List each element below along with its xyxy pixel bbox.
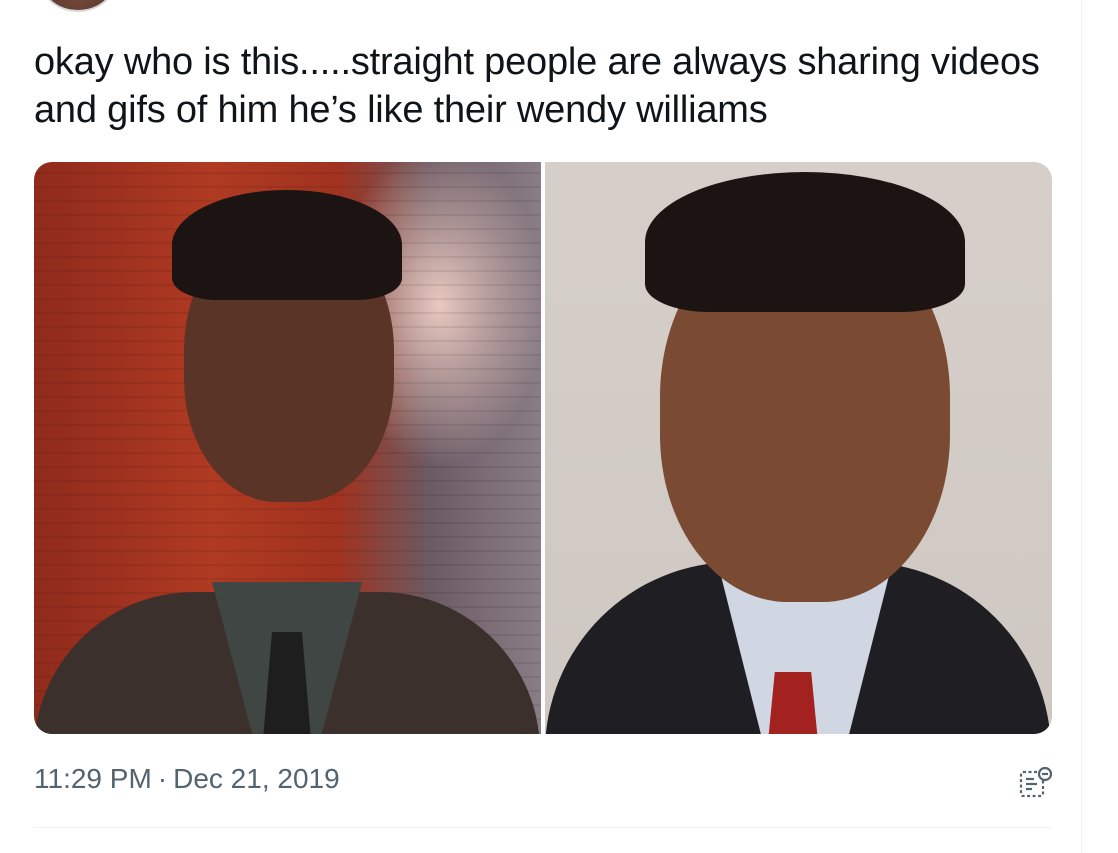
tweet-date: Dec 21, 2019	[173, 763, 340, 794]
tweet-timestamp[interactable]: 11:29 PM · Dec 21, 2019	[34, 763, 340, 795]
photo-subject-hair	[645, 172, 965, 312]
photo-subject-hair	[172, 190, 402, 300]
tweet-time: 11:29 PM	[34, 763, 152, 794]
photo-subject-tie	[767, 672, 819, 734]
tweet: okay who is this.....straight people are…	[0, 0, 1082, 853]
meta-separator: ·	[157, 763, 168, 794]
media-photo-left[interactable]	[34, 162, 541, 734]
divider	[34, 827, 1052, 828]
tweet-media	[34, 162, 1052, 734]
tweet-text: okay who is this.....straight people are…	[34, 41, 1040, 131]
media-photo-right[interactable]	[545, 162, 1052, 734]
view-analytics-icon[interactable]	[1018, 764, 1054, 800]
avatar[interactable]	[40, 0, 116, 12]
